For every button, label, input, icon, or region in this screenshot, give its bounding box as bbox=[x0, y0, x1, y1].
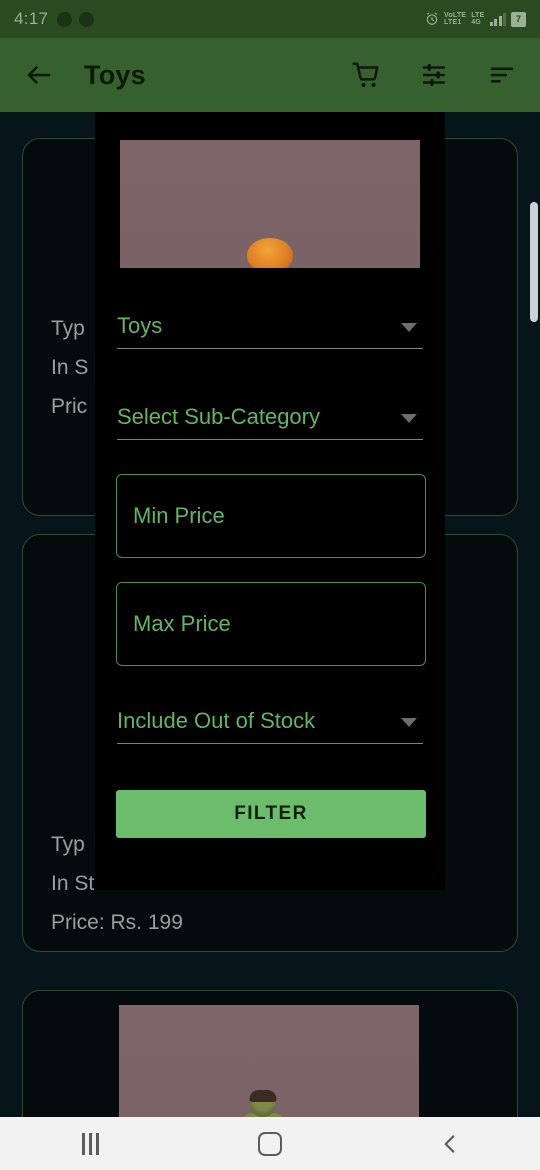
alarm-icon bbox=[426, 12, 438, 25]
status-bar: 4:17 VoLTE LTE1 LTE 4G 7 bbox=[0, 0, 540, 38]
recents-icon bbox=[81, 1132, 99, 1155]
category-value: Toys bbox=[117, 312, 163, 338]
recents-button[interactable] bbox=[0, 1117, 180, 1170]
network-sub: 4G bbox=[471, 19, 481, 26]
network-type-indicator: LTE 4G bbox=[471, 12, 484, 26]
stock-value: Include Out of Stock bbox=[117, 707, 316, 733]
signal-bars-icon bbox=[489, 12, 506, 26]
nfc-icon bbox=[57, 11, 73, 27]
tune-button[interactable] bbox=[418, 59, 450, 91]
dialog-product-image bbox=[120, 140, 420, 268]
shopping-cart-icon bbox=[352, 62, 379, 87]
system-navigation-bar bbox=[0, 1117, 540, 1170]
home-icon bbox=[258, 1131, 282, 1156]
network-badge: LTE bbox=[471, 12, 485, 19]
phone-screen: 4:17 VoLTE LTE1 LTE 4G 7 Toys Typ In S P… bbox=[0, 0, 540, 1170]
filter-dialog: Toys Select Sub-Category Min Price Max P… bbox=[95, 112, 445, 890]
tune-sliders-icon bbox=[422, 64, 446, 86]
toolbar-actions bbox=[350, 59, 518, 91]
chevron-down-icon bbox=[401, 413, 417, 423]
volte-label: VoLTE bbox=[444, 12, 467, 19]
stock-dropdown[interactable]: Include Out of Stock bbox=[117, 698, 423, 744]
cart-button[interactable] bbox=[350, 59, 382, 91]
category-dropdown[interactable]: Toys bbox=[117, 303, 423, 349]
lte-label: LTE1 bbox=[444, 19, 462, 26]
sort-icon bbox=[490, 67, 514, 83]
sort-button[interactable] bbox=[486, 59, 518, 91]
status-bar-time: 4:17 bbox=[14, 9, 49, 28]
status-bar-left-icons bbox=[57, 11, 95, 27]
max-price-placeholder: Max Price bbox=[133, 611, 231, 636]
orange-toy-figure-icon bbox=[247, 238, 293, 268]
min-price-input[interactable]: Min Price bbox=[116, 474, 426, 558]
chevron-down-icon bbox=[401, 717, 417, 727]
network-indicator: VoLTE LTE1 bbox=[444, 12, 466, 26]
filter-button[interactable]: FILTER bbox=[116, 790, 426, 838]
chevron-down-icon bbox=[401, 322, 417, 332]
max-price-input[interactable]: Max Price bbox=[116, 582, 426, 666]
back-button[interactable] bbox=[22, 58, 56, 92]
nav-back-button[interactable] bbox=[360, 1117, 540, 1170]
home-button[interactable] bbox=[180, 1117, 360, 1170]
phone-icon bbox=[79, 11, 95, 27]
back-chevron-icon bbox=[444, 1134, 455, 1153]
status-bar-right-icons: VoLTE LTE1 LTE 4G 7 bbox=[425, 11, 526, 27]
back-arrow-icon bbox=[27, 66, 51, 84]
page-title: Toys bbox=[84, 59, 146, 90]
min-price-placeholder: Min Price bbox=[133, 503, 225, 528]
subcategory-dropdown[interactable]: Select Sub-Category bbox=[117, 394, 423, 440]
battery-icon: 7 bbox=[511, 11, 526, 27]
subcategory-value: Select Sub-Category bbox=[117, 403, 320, 429]
app-toolbar: Toys bbox=[0, 38, 540, 112]
